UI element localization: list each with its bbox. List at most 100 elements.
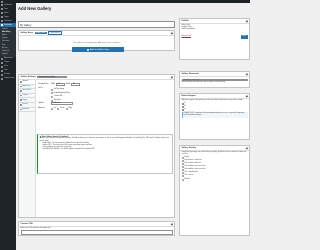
width-input[interactable]: 150 bbox=[55, 83, 65, 86]
field-label: Thumbnail Size bbox=[38, 83, 49, 85]
width-label: Width bbox=[51, 83, 55, 85]
retina-box: Retina Support Add retina support to thi… bbox=[179, 93, 250, 140]
radio-icon bbox=[181, 163, 184, 166]
paging-icon bbox=[20, 99, 22, 101]
pin-icon bbox=[1, 8, 3, 10]
foogallery-submenu: Galleries Add Gallery Albums Settings Ex… bbox=[0, 27, 16, 57]
advanced-icon bbox=[20, 108, 22, 111]
sorting-body: Change the way images are sorted within … bbox=[180, 151, 249, 182]
gallery-icon bbox=[1, 24, 3, 26]
tab-label: Hover Effects bbox=[22, 90, 32, 92]
option-label: Date modified - most recent first bbox=[184, 166, 206, 168]
shortcode-body: [foogallery id="123"] Paste the above sh… bbox=[180, 77, 249, 85]
tab-label: Paging bbox=[22, 99, 28, 101]
menu-label: Media bbox=[4, 12, 9, 14]
notice-list: FooBox Free - the free responsive lightb… bbox=[40, 143, 171, 152]
sorting-box: Gallery Sorting Change the way images ar… bbox=[179, 145, 250, 236]
menu-label: Pages bbox=[4, 16, 9, 18]
field-label: Lightbox bbox=[38, 102, 44, 104]
chevron-up-icon[interactable] bbox=[245, 146, 248, 150]
retina-help: Add retina support to this gallery by ch… bbox=[181, 100, 244, 102]
field-label: Alignment bbox=[38, 108, 45, 110]
box-title: Gallery Shortcode bbox=[181, 73, 199, 75]
menu-label: Collapse menu bbox=[4, 78, 15, 80]
tab-label: Appearance bbox=[22, 85, 31, 87]
link-option[interactable]: Image Attachment Page bbox=[51, 92, 70, 95]
menu-label: Settings bbox=[4, 74, 10, 76]
link-option[interactable]: Full Size Image bbox=[51, 88, 70, 91]
radio-icon bbox=[181, 178, 184, 181]
menu-label: Users bbox=[4, 66, 9, 68]
custom-css-box: Custom CSS Add custom CSS targeted to th… bbox=[18, 221, 175, 236]
chevron-up-icon[interactable] bbox=[245, 72, 248, 76]
menu-collapse[interactable]: Collapse menu bbox=[0, 77, 16, 81]
media-icon bbox=[1, 12, 3, 14]
link-options: Full Size Image Image Attachment Page Cu… bbox=[51, 88, 70, 102]
add-from-media-library-button[interactable]: Add From Media Library bbox=[72, 47, 124, 52]
radio-icon bbox=[181, 160, 184, 163]
publish-body: Status: Draft Visibility: Public Publish… bbox=[180, 24, 249, 40]
submenu-upgrade[interactable]: Upgrade bbox=[0, 53, 16, 56]
chevron-up-icon[interactable] bbox=[170, 31, 173, 35]
comment-icon bbox=[1, 20, 3, 22]
menu-label: Plugins bbox=[4, 62, 10, 64]
box-title: Gallery Settings bbox=[20, 76, 36, 78]
option-label: Image Attachment Page bbox=[53, 92, 70, 94]
tab-label: General bbox=[22, 81, 28, 83]
media-library-button[interactable]: Media Library bbox=[34, 32, 47, 34]
tab-advanced[interactable]: Advanced bbox=[19, 108, 35, 113]
height-input[interactable]: 150 bbox=[71, 83, 81, 86]
menu-label: FooGallery bbox=[4, 24, 12, 26]
chevron-up-icon[interactable] bbox=[245, 19, 248, 23]
captions-icon bbox=[20, 94, 22, 97]
publish-actions: Move to Trash Publish bbox=[182, 35, 248, 39]
lightbox-upsell-notice: Want Gallery Search & Lightbox? Whether … bbox=[37, 134, 173, 174]
tab-label: Captions bbox=[22, 95, 29, 97]
tab-label: Advanced bbox=[22, 108, 30, 110]
lightbox-select[interactable]: FooBox Free bbox=[51, 102, 73, 105]
upload-items-button[interactable]: Upload Items bbox=[48, 31, 62, 35]
move-to-trash-link[interactable]: Move to Trash bbox=[182, 36, 192, 38]
retina-option[interactable]: 4x bbox=[181, 108, 248, 112]
option-label: Date created - newest first bbox=[184, 159, 202, 161]
wrench-icon bbox=[1, 69, 3, 72]
option-label: 3x bbox=[184, 105, 186, 107]
gallery-items-body: Your gallery is currently empty. Add ite… bbox=[19, 36, 174, 52]
sort-option[interactable]: Random bbox=[181, 178, 248, 181]
alignment-option[interactable]: Right bbox=[65, 107, 72, 110]
appearance-icon bbox=[20, 85, 22, 88]
chevron-up-icon[interactable] bbox=[170, 75, 173, 79]
alignment-option[interactable]: Center bbox=[57, 107, 65, 110]
radio-icon bbox=[51, 92, 53, 95]
general-icon bbox=[20, 81, 22, 83]
option-label: Full Size Image bbox=[53, 89, 65, 91]
publish-schedule: Publish immediately bbox=[181, 29, 195, 31]
dashboard-icon bbox=[1, 4, 3, 6]
publish-button[interactable]: Publish bbox=[240, 35, 248, 39]
custom-css-textarea[interactable] bbox=[20, 230, 173, 235]
option-label: Center bbox=[60, 108, 65, 110]
settings-icon bbox=[1, 73, 3, 76]
box-title: Custom CSS bbox=[20, 223, 33, 225]
filter-icon bbox=[20, 103, 22, 106]
radio-icon bbox=[181, 156, 184, 159]
box-title: Gallery Sorting bbox=[181, 147, 196, 149]
menu-label: Appearance bbox=[4, 58, 13, 60]
settings-tabs: General Appearance Hover Effects Caption… bbox=[19, 80, 36, 217]
thumb-size-row: Thumbnail Size Width 150 Height 150 bbox=[38, 83, 81, 86]
custom-css-body: Add custom CSS targeted to this gallery … bbox=[19, 227, 174, 236]
option-label: Random bbox=[184, 178, 190, 180]
chevron-up-icon[interactable] bbox=[245, 94, 248, 98]
option-label: Not linked bbox=[53, 100, 61, 102]
menu-label: Dashboard bbox=[4, 4, 12, 6]
lightbox-row: Lightbox FooBox Free bbox=[38, 102, 73, 105]
checkbox-icon bbox=[181, 102, 184, 105]
collapse-icon bbox=[1, 77, 3, 80]
gallery-layout-select[interactable]: Responsive Image Gallery bbox=[37, 75, 68, 79]
radio-icon bbox=[65, 107, 68, 110]
alignment-option[interactable]: Left bbox=[51, 107, 56, 110]
gallery-title-input[interactable]: My Gallery bbox=[18, 21, 175, 28]
chevron-up-icon[interactable] bbox=[170, 222, 173, 226]
alignment-row: Alignment Left Center Right bbox=[38, 107, 72, 110]
link-option[interactable]: Custom URL bbox=[51, 95, 70, 98]
